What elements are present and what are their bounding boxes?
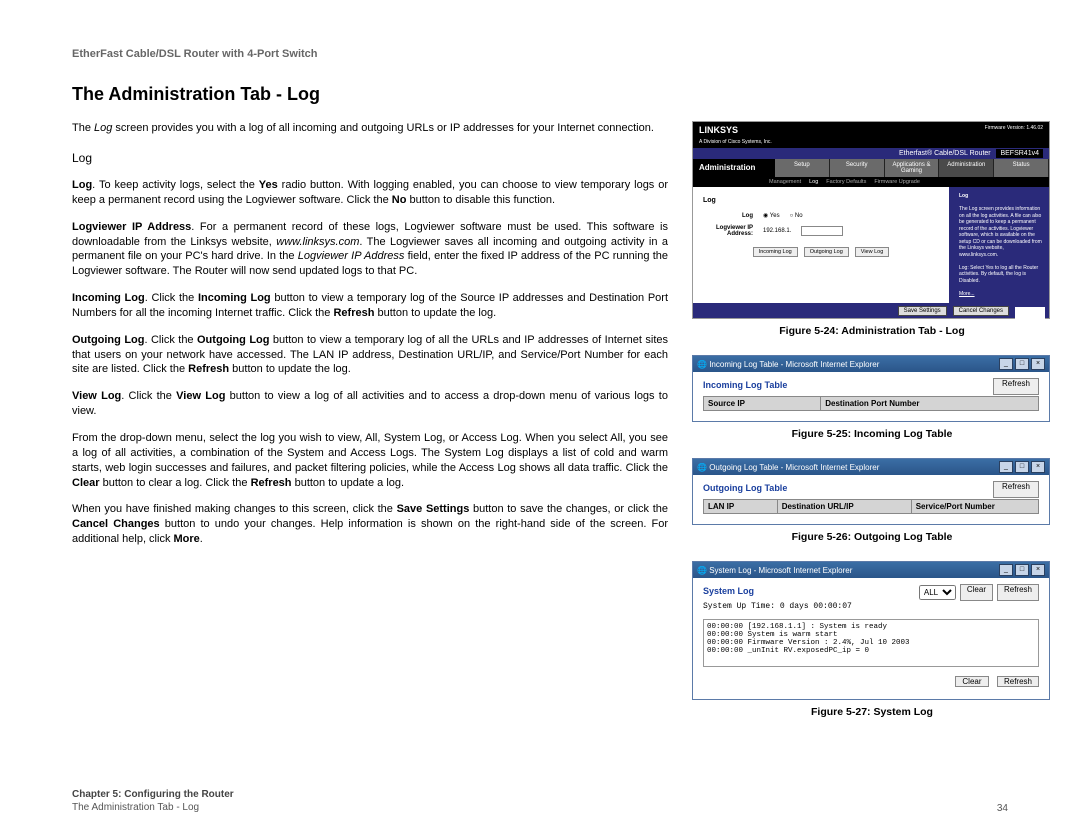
- help-heading: Log: [959, 193, 968, 199]
- minimize-icon[interactable]: _: [999, 358, 1013, 370]
- brand-sub: A Division of Cisco Systems, Inc.: [699, 139, 772, 145]
- refresh-button[interactable]: Refresh: [997, 584, 1039, 601]
- incoming-log-heading: Incoming Log Table: [703, 380, 1039, 390]
- window-title-incoming: Incoming Log Table - Microsoft Internet …: [709, 360, 879, 369]
- page-number: 34: [997, 803, 1008, 814]
- ie-icon: 🌐: [697, 360, 707, 369]
- footer-chapter: Chapter 5: Configuring the Router: [72, 789, 234, 800]
- system-log-output: 00:00:00 [192.168.1.1] : System is ready…: [703, 619, 1039, 667]
- incoming-log-table: Source IP Destination Port Number: [703, 396, 1039, 411]
- paragraph-log: Log. To keep activity logs, select the Y…: [72, 178, 668, 208]
- cisco-logo-icon: [1015, 307, 1045, 325]
- form-heading-log: Log: [703, 197, 939, 204]
- cancel-changes-button[interactable]: Cancel Changes: [953, 306, 1009, 316]
- intro-paragraph: The Log screen provides you with a log o…: [72, 121, 668, 136]
- body-text-column: The Log screen provides you with a log o…: [72, 121, 668, 736]
- system-uptime: System Up Time: 0 days 00:00:07: [703, 602, 1039, 611]
- figure-5-24: LINKSYS A Division of Cisco Systems, Inc…: [692, 121, 1052, 337]
- outgoing-log-button[interactable]: Outgoing Log: [804, 247, 849, 257]
- firmware-version: Firmware Version: 1.46.02: [985, 125, 1043, 145]
- page-footer: Chapter 5: Configuring the Router The Ad…: [72, 788, 1008, 814]
- subtab-factory-defaults[interactable]: Factory Defaults: [826, 179, 866, 185]
- log-field-label: Log: [703, 213, 753, 219]
- refresh-button[interactable]: Refresh: [993, 378, 1039, 395]
- maximize-icon[interactable]: □: [1015, 564, 1029, 576]
- logviewer-ip-input[interactable]: [801, 226, 843, 236]
- refresh-button-bottom[interactable]: Refresh: [997, 676, 1039, 687]
- subtab-firmware-upgrade[interactable]: Firmware Upgrade: [874, 179, 920, 185]
- close-icon[interactable]: ×: [1031, 461, 1045, 473]
- figure-5-24-caption: Figure 5-24: Administration Tab - Log: [692, 325, 1052, 337]
- paragraph-incoming-log: Incoming Log. Click the Incoming Log but…: [72, 291, 668, 321]
- maximize-icon[interactable]: □: [1015, 461, 1029, 473]
- section-heading-log: Log: [72, 150, 668, 166]
- model-line: Etherfast® Cable/DSL Router: [899, 150, 991, 157]
- tab-apps-gaming[interactable]: Applications & Gaming: [885, 159, 940, 177]
- paragraph-view-log: View Log. Click the View Log button to v…: [72, 389, 668, 419]
- col-dest-port: Destination Port Number: [821, 397, 1039, 411]
- figure-5-26: 🌐 Outgoing Log Table - Microsoft Interne…: [692, 458, 1052, 543]
- subtab-management[interactable]: Management: [769, 179, 801, 185]
- radio-no[interactable]: ○ No: [790, 213, 803, 219]
- refresh-button[interactable]: Refresh: [993, 481, 1039, 498]
- logviewer-ip-label: Logviewer IP Address:: [703, 225, 753, 237]
- brand-logo: LINKSYS: [699, 125, 738, 135]
- col-source-ip: Source IP: [704, 397, 821, 411]
- tab-security[interactable]: Security: [830, 159, 885, 177]
- product-header: EtherFast Cable/DSL Router with 4-Port S…: [72, 48, 1008, 60]
- minimize-icon[interactable]: _: [999, 461, 1013, 473]
- col-lan-ip: LAN IP: [704, 500, 778, 514]
- tab-status[interactable]: Status: [994, 159, 1049, 177]
- figure-5-25-caption: Figure 5-25: Incoming Log Table: [692, 428, 1052, 440]
- figure-5-26-caption: Figure 5-26: Outgoing Log Table: [692, 531, 1052, 543]
- window-title-syslog: System Log - Microsoft Internet Explorer: [709, 566, 852, 575]
- col-service-port: Service/Port Number: [911, 500, 1038, 514]
- figure-5-25: 🌐 Incoming Log Table - Microsoft Interne…: [692, 355, 1052, 440]
- page-title: The Administration Tab - Log: [72, 84, 1008, 105]
- subtab-log[interactable]: Log: [809, 179, 818, 185]
- outgoing-log-heading: Outgoing Log Table: [703, 483, 1039, 493]
- model-code: BEFSR41v4: [996, 149, 1043, 158]
- window-title-outgoing: Outgoing Log Table - Microsoft Internet …: [709, 463, 879, 472]
- figure-5-27: 🌐 System Log - Microsoft Internet Explor…: [692, 561, 1052, 718]
- radio-yes[interactable]: ◉ Yes: [763, 212, 780, 219]
- view-log-button[interactable]: View Log: [855, 247, 890, 257]
- close-icon[interactable]: ×: [1031, 564, 1045, 576]
- clear-button[interactable]: Clear: [960, 584, 993, 601]
- close-icon[interactable]: ×: [1031, 358, 1045, 370]
- incoming-log-button[interactable]: Incoming Log: [753, 247, 798, 257]
- ie-icon: 🌐: [697, 566, 707, 575]
- outgoing-log-table: LAN IP Destination URL/IP Service/Port N…: [703, 499, 1039, 514]
- maximize-icon[interactable]: □: [1015, 358, 1029, 370]
- col-dest-url-ip: Destination URL/IP: [777, 500, 911, 514]
- tab-setup[interactable]: Setup: [775, 159, 830, 177]
- save-settings-button[interactable]: Save Settings: [898, 306, 947, 316]
- help-more-link[interactable]: More...: [959, 291, 975, 297]
- clear-button-bottom[interactable]: Clear: [955, 676, 988, 687]
- syslog-filter-select[interactable]: ALL: [919, 585, 956, 600]
- help-text: The Log screen provides information on a…: [959, 206, 1042, 258]
- admin-section-label: Administration: [693, 159, 775, 177]
- figures-column: LINKSYS A Division of Cisco Systems, Inc…: [692, 121, 1052, 736]
- footer-section: The Administration Tab - Log: [72, 802, 199, 813]
- paragraph-outgoing-log: Outgoing Log. Click the Outgoing Log but…: [72, 333, 668, 378]
- paragraph-save-cancel: When you have finished making changes to…: [72, 502, 668, 547]
- help-log-text: Log: Select Yes to log all the Router ac…: [959, 265, 1038, 284]
- paragraph-logviewer-ip: Logviewer IP Address. For a permanent re…: [72, 220, 668, 279]
- paragraph-dropdown: From the drop-down menu, select the log …: [72, 431, 668, 490]
- minimize-icon[interactable]: _: [999, 564, 1013, 576]
- tab-administration[interactable]: Administration: [939, 159, 994, 177]
- ie-icon: 🌐: [697, 463, 707, 472]
- figure-5-27-caption: Figure 5-27: System Log: [692, 706, 1052, 718]
- logviewer-ip-prefix: 192.168.1.: [763, 228, 791, 234]
